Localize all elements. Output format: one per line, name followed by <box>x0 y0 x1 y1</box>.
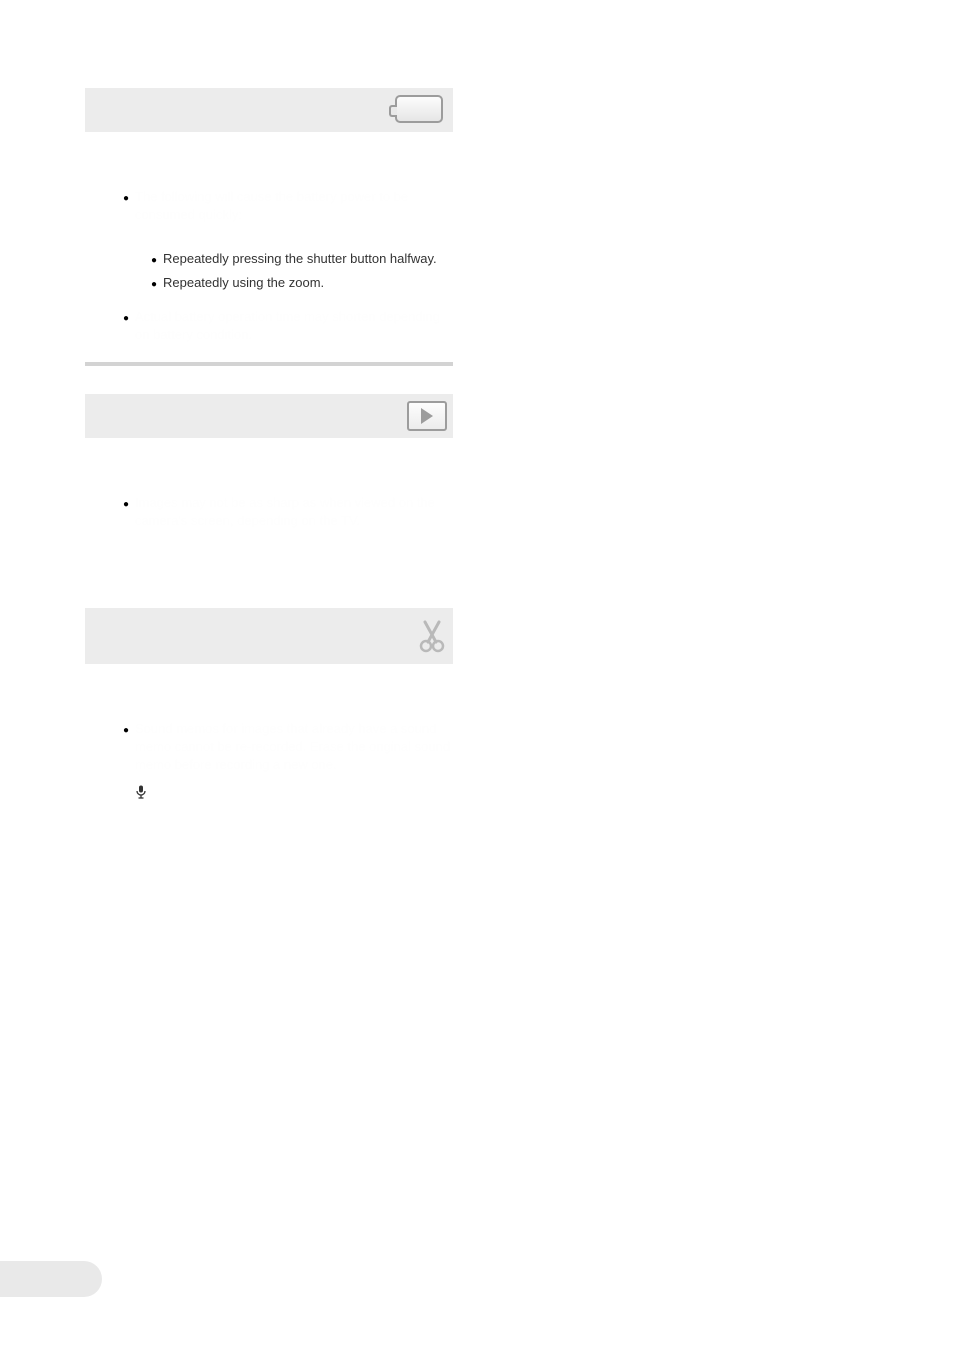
section-header-playback <box>85 394 453 438</box>
battery-bullet-2: Actual battery operation time may shorte… <box>123 308 453 344</box>
battery-bullet-1-text: The following will cause the battery pow… <box>135 188 453 224</box>
battery-bullet-1: The following will cause the battery pow… <box>123 188 453 224</box>
bullet-icon <box>123 494 135 530</box>
battery-icon <box>395 95 447 125</box>
playback-heading: Playback on a TV <box>123 454 453 472</box>
battery-bullet-1b-text: Repeatedly using the zoom. <box>163 274 324 294</box>
bullet-icon <box>151 250 163 270</box>
battery-bullet-2-text: Actual battery operation time may shorte… <box>135 308 453 344</box>
editing-bullet-1: Sound memos for images that already have… <box>123 720 453 774</box>
battery-heading: Battery <box>123 148 453 166</box>
section-divider <box>85 362 453 366</box>
microphone-icon <box>135 785 147 804</box>
bullet-icon <box>151 274 163 294</box>
bullet-icon <box>123 720 135 774</box>
bullet-icon <box>123 188 135 224</box>
scissors-icon <box>417 619 447 653</box>
section-header-editing <box>85 608 453 664</box>
playback-bullet-1-text: Images may not be as sharp as when viewe… <box>135 494 453 530</box>
mic-label: sound memo <box>151 785 226 800</box>
section-header-battery <box>85 88 453 132</box>
play-icon <box>407 401 447 431</box>
playback-bullet-1: Images may not be as sharp as when viewe… <box>123 494 453 530</box>
battery-bullet-1a-text: Repeatedly pressing the shutter button h… <box>163 250 437 270</box>
battery-bullet-1a: Repeatedly pressing the shutter button h… <box>151 250 453 270</box>
page-number-badge: 159 <box>0 1261 102 1297</box>
bullet-icon <box>123 308 135 344</box>
editing-bullet-1-text: Sound memos for images that already have… <box>135 720 453 774</box>
editing-heading: Editing <box>123 680 453 698</box>
editing-mic-line: sound memo <box>135 784 453 804</box>
battery-bullet-1b: Repeatedly using the zoom. <box>151 274 453 294</box>
